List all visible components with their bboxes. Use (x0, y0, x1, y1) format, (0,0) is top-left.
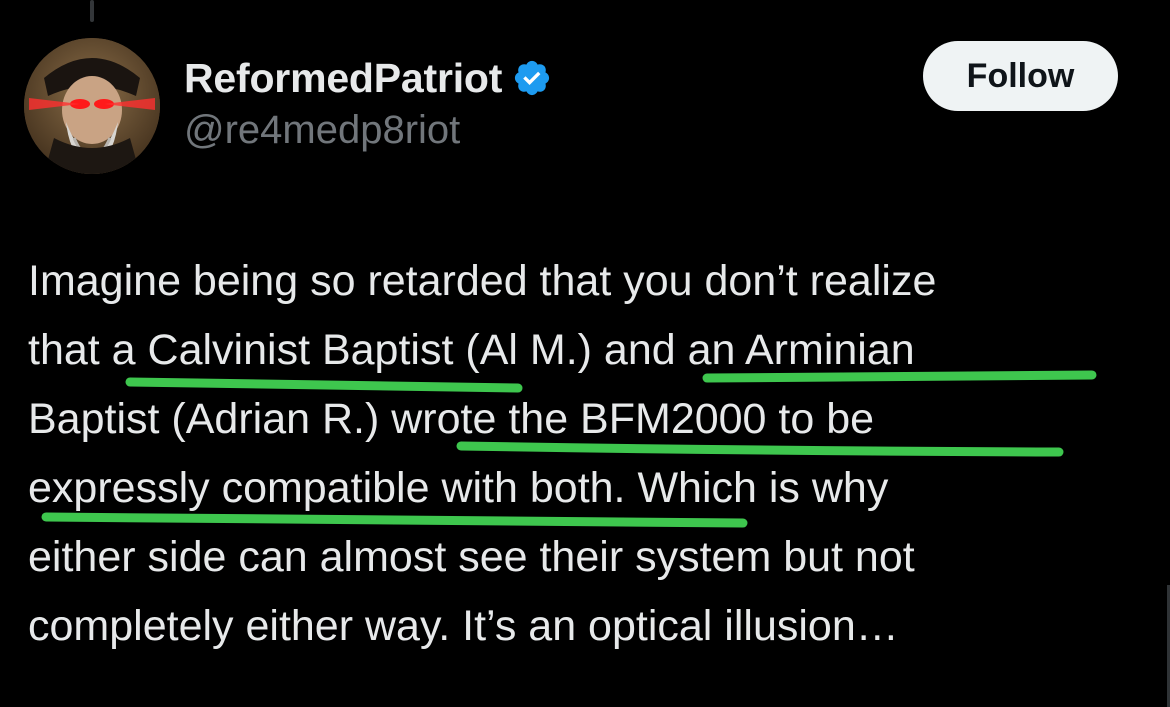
user-name-row[interactable]: ReformedPatriot (184, 52, 552, 104)
tweet-line: Baptist (Adrian R.) wrote the BFM2000 to… (28, 395, 875, 443)
avatar-portrait-icon (24, 38, 160, 174)
thread-connector-line (90, 0, 94, 22)
tweet-text: Imagine being so retarded that you don’t… (28, 247, 1148, 661)
user-handle[interactable]: @re4medp8riot (184, 108, 460, 153)
follow-button[interactable]: Follow (923, 41, 1118, 111)
tweet-line: expressly compatible with both. Which is… (28, 464, 889, 512)
tweet-line: completely either way. It’s an optical i… (28, 602, 899, 650)
avatar[interactable] (24, 38, 160, 174)
verified-badge-icon[interactable] (512, 58, 552, 98)
tweet-line: that a Calvinist Baptist (Al M.) and an … (28, 326, 915, 374)
display-name[interactable]: ReformedPatriot (184, 55, 502, 102)
tweet-line: either side can almost see their system … (28, 533, 915, 581)
tweet-line: Imagine being so retarded that you don’t… (28, 257, 937, 305)
